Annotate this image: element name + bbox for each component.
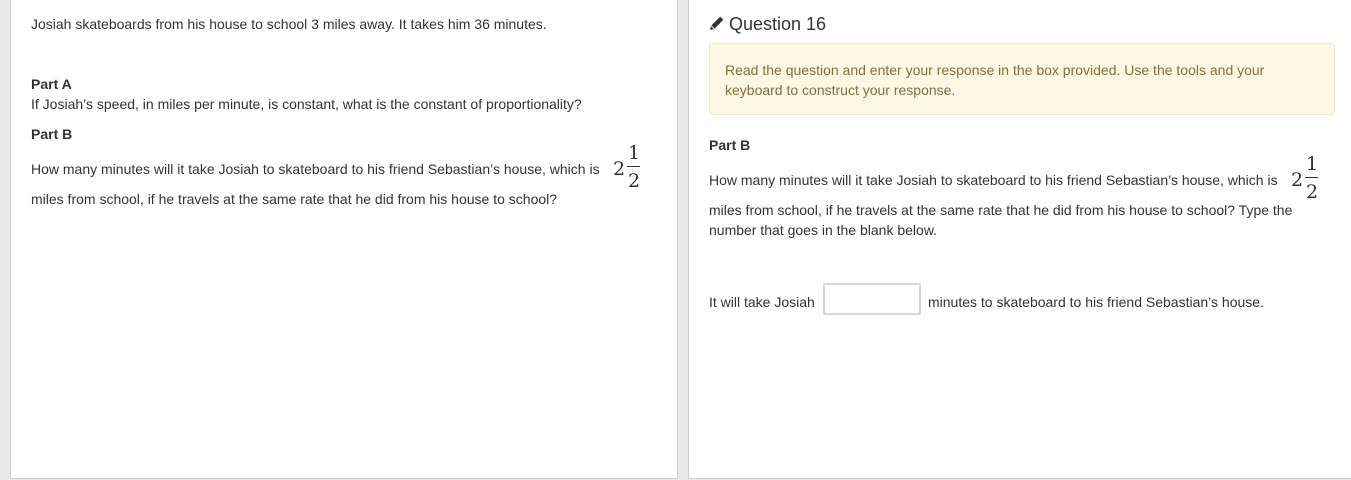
pencil-icon (710, 16, 724, 30)
answer-input[interactable] (823, 283, 921, 315)
mixed-number-whole: 2 (1291, 169, 1304, 191)
mixed-number-numerator: 1 (628, 142, 641, 164)
mixed-number: 2 1 2 (613, 143, 643, 193)
mixed-number-whole: 2 (613, 158, 626, 180)
part-a-heading: Part A (31, 76, 72, 92)
mixed-number: 2 1 2 (1291, 154, 1321, 204)
part-b-heading: Part B (31, 126, 73, 142)
fraction-bar (627, 166, 640, 167)
fraction-bar (1305, 177, 1318, 178)
mixed-number-numerator: 1 (1306, 153, 1319, 175)
question-title: Question 16 (729, 14, 827, 34)
part-b-text-line3: number that goes in the blank below. (709, 222, 938, 238)
part-b-text-line2: miles from school, if he travels at the … (709, 202, 1293, 218)
mixed-number-denominator: 2 (1306, 181, 1319, 203)
instructions-alert: Read the question and enter your respons… (709, 43, 1335, 115)
answer-prefix: It will take Josiah (709, 294, 815, 310)
answer-suffix: minutes to skateboard to his friend Seba… (928, 294, 1264, 310)
passage-panel: Josiah skateboards from his house to sch… (10, 0, 678, 479)
question-panel: Question 16 Read the question and enter … (688, 0, 1351, 479)
part-b-heading: Part B (709, 137, 751, 153)
part-a-text: If Josiah’s speed, in miles per minute, … (31, 96, 582, 112)
passage-intro: Josiah skateboards from his house to sch… (31, 16, 547, 32)
part-b-text-line1: How many minutes will it take Josiah to … (709, 172, 1278, 188)
part-b-text-line1: How many minutes will it take Josiah to … (31, 161, 600, 177)
part-b-text-line2: miles from school, if he travels at the … (31, 191, 558, 207)
mixed-number-denominator: 2 (628, 170, 641, 192)
